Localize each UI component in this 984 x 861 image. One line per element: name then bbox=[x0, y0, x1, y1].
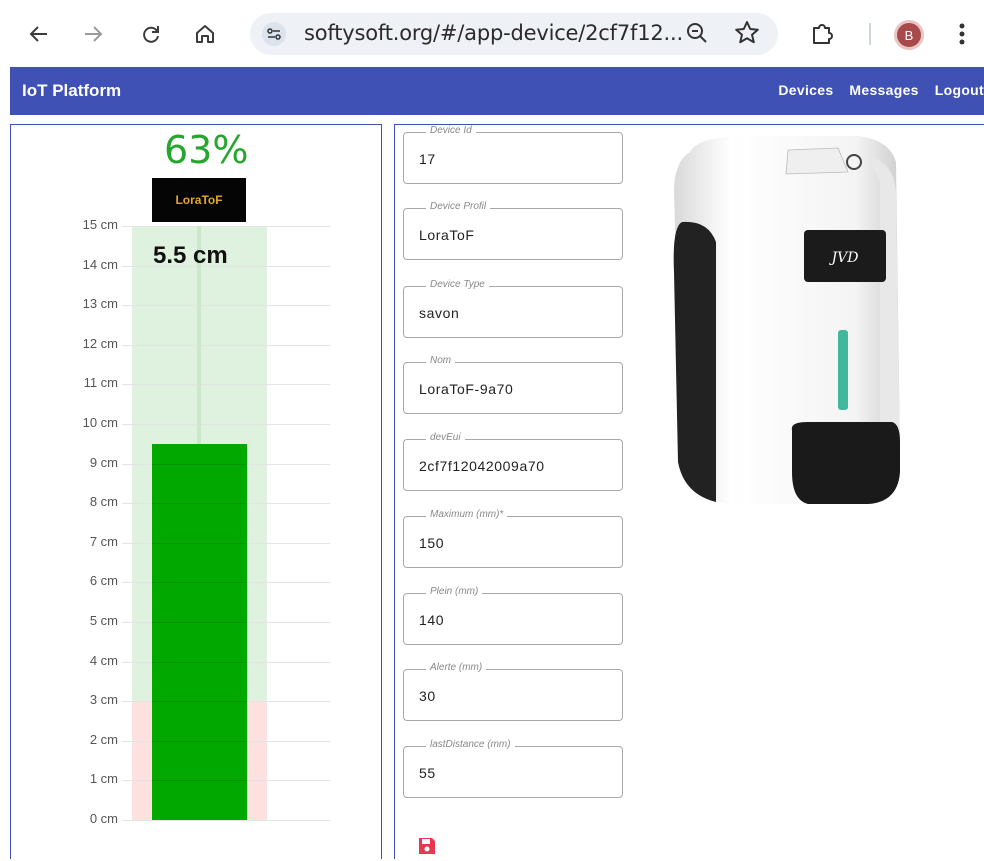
gauge-tick-label: 2 cm bbox=[89, 731, 118, 747]
profile-badge: LoraToF bbox=[152, 178, 246, 222]
form-field-value[interactable]: 17 bbox=[419, 151, 436, 167]
form-field[interactable]: Plein (mm) 140 bbox=[403, 586, 623, 645]
back-arrow-icon[interactable] bbox=[24, 19, 54, 49]
toolbar-divider bbox=[869, 23, 871, 45]
gauge-tick-label: 9 cm bbox=[89, 454, 118, 470]
form-field-value[interactable]: 55 bbox=[419, 765, 436, 781]
gauge-grid-line bbox=[122, 344, 330, 346]
gauge-bar-divider bbox=[152, 780, 247, 782]
gauge-bar-divider bbox=[152, 622, 247, 623]
gauge-level-bar bbox=[152, 443, 247, 820]
form-field-label: Device Type bbox=[426, 279, 489, 290]
bookmark-star-icon[interactable] bbox=[732, 18, 762, 48]
gauge-tick-label: 8 cm bbox=[89, 494, 118, 510]
forward-arrow-icon[interactable] bbox=[78, 19, 108, 49]
gauge-tick-label: 12 cm bbox=[82, 335, 118, 351]
gauge-tick-label: 5 cm bbox=[89, 613, 118, 628]
fill-percentage: 63% bbox=[164, 128, 249, 172]
gauge-bar-divider bbox=[152, 463, 247, 465]
form-field-value[interactable]: savon bbox=[419, 305, 459, 321]
form-field[interactable]: Alerte (mm) 30 bbox=[403, 662, 623, 721]
device-product-image: JVD bbox=[668, 132, 908, 512]
reload-icon[interactable] bbox=[136, 19, 166, 49]
form-field[interactable]: Nom LoraToF-9a70 bbox=[403, 355, 623, 414]
form-field-value[interactable]: 140 bbox=[419, 612, 444, 628]
gauge-bar-divider bbox=[152, 503, 247, 505]
form-field-value[interactable]: LoraToF-9a70 bbox=[419, 381, 513, 397]
site-settings-icon[interactable] bbox=[262, 22, 286, 46]
form-field-value[interactable]: 2cf7f12042009a70 bbox=[419, 458, 545, 474]
profile-avatar[interactable]: B bbox=[894, 20, 924, 50]
app-header: IoT Platform Devices Messages Logout bbox=[10, 67, 984, 115]
gauge-tick-label: 7 cm bbox=[89, 533, 118, 549]
gauge-tick-label: 4 cm bbox=[89, 652, 118, 668]
form-field-value[interactable]: 30 bbox=[419, 688, 436, 704]
form-field-label: devEui bbox=[426, 432, 465, 443]
gauge-tick-label: 14 cm bbox=[82, 256, 118, 272]
app-brand[interactable]: IoT Platform bbox=[22, 81, 121, 101]
gauge-bar-divider bbox=[152, 701, 247, 703]
gauge-tick-label: 15 cm bbox=[82, 217, 118, 232]
gauge-grid-line bbox=[122, 424, 330, 425]
gauge-grid-line bbox=[122, 820, 330, 821]
home-icon[interactable] bbox=[190, 19, 220, 49]
form-field-label: Nom bbox=[426, 355, 456, 366]
gauge-bar-divider bbox=[152, 542, 247, 544]
nav-logout-link[interactable]: Logout bbox=[935, 82, 984, 98]
url-text[interactable]: softysoft.org/#/app-device/2cf7f12... bbox=[304, 21, 683, 45]
gauge-tick-label: 10 cm bbox=[82, 415, 118, 430]
product-brand-text: JVD bbox=[829, 250, 859, 266]
gauge-bar-divider bbox=[152, 740, 247, 742]
gauge-tick-label: 13 cm bbox=[82, 296, 118, 312]
gauge-grid-line bbox=[122, 226, 330, 227]
header-nav: Devices Messages Logout bbox=[778, 82, 984, 98]
save-icon[interactable] bbox=[417, 836, 437, 856]
browser-toolbar: softysoft.org/#/app-device/2cf7f12... B bbox=[0, 0, 984, 66]
form-field[interactable]: Device Id 17 bbox=[403, 125, 623, 184]
extensions-icon[interactable] bbox=[808, 20, 836, 48]
form-field-label: lastDistance (mm) bbox=[426, 739, 515, 750]
form-field-label: Maximum (mm)* bbox=[426, 509, 508, 520]
nav-messages-link[interactable]: Messages bbox=[849, 82, 918, 98]
form-field-value[interactable]: 150 bbox=[419, 535, 444, 551]
gauge-grid-line bbox=[122, 305, 330, 307]
form-field-label: Alerte (mm) bbox=[426, 662, 487, 673]
nav-devices-link[interactable]: Devices bbox=[778, 82, 833, 98]
form-field[interactable]: Maximum (mm)* 150 bbox=[403, 509, 623, 568]
gauge-tick-label: 1 cm bbox=[89, 771, 118, 787]
gauge-grid-line bbox=[122, 384, 330, 386]
form-field[interactable]: Device Type savon bbox=[403, 279, 623, 338]
form-field[interactable]: devEui 2cf7f12042009a70 bbox=[403, 432, 623, 491]
gauge-tick-label: 0 cm bbox=[89, 811, 118, 826]
zoom-icon[interactable] bbox=[684, 20, 710, 46]
gauge-tick-label: 3 cm bbox=[89, 692, 118, 708]
kebab-menu-icon[interactable] bbox=[956, 20, 968, 48]
form-field-label: Plein (mm) bbox=[426, 586, 483, 597]
form-field[interactable]: Device Profil LoraToF bbox=[403, 201, 623, 260]
form-field-label: Device Id bbox=[426, 125, 476, 136]
gauge-tick-label: 11 cm bbox=[83, 375, 118, 391]
form-field-value[interactable]: LoraToF bbox=[419, 227, 475, 243]
gauge-tick-label: 6 cm bbox=[89, 573, 118, 589]
gauge-bar-divider bbox=[152, 582, 247, 584]
gauge-bar-divider bbox=[152, 661, 247, 663]
distance-label: 5.5 cm bbox=[153, 242, 228, 269]
form-field-label: Device Profil bbox=[426, 201, 491, 212]
form-field[interactable]: lastDistance (mm) 55 bbox=[403, 739, 623, 798]
